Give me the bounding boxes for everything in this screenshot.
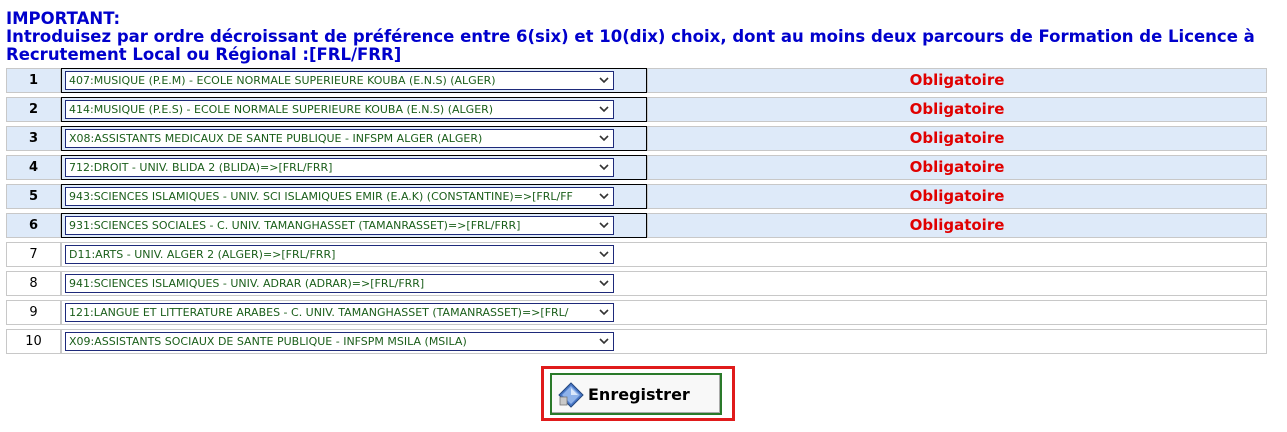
choice-selected-value: 712:DROIT - UNIV. BLIDA 2 (BLIDA)=>[FRL/…: [69, 161, 333, 174]
choice-status: Obligatoire: [647, 184, 1267, 209]
choice-select-cell: 941:SCIENCES ISLAMIQUES - UNIV. ADRAR (A…: [61, 271, 647, 296]
choice-select-cell: 407:MUSIQUE (P.E.M) - ECOLE NORMALE SUPE…: [61, 68, 647, 93]
choice-number: 7: [6, 242, 61, 267]
choice-select[interactable]: 931:SCIENCES SOCIALES - C. UNIV. TAMANGH…: [65, 216, 614, 235]
choice-number: 10: [6, 329, 61, 354]
choice-status: Obligatoire: [647, 155, 1267, 180]
choice-select[interactable]: 943:SCIENCES ISLAMIQUES - UNIV. SCI ISLA…: [65, 187, 614, 206]
choice-row: 5 943:SCIENCES ISLAMIQUES - UNIV. SCI ISL…: [6, 184, 1267, 209]
chevron-down-icon: [599, 164, 609, 171]
choice-row: 9 121:LANGUE ET LITTERATURE ARABES - C. U…: [6, 300, 1267, 325]
choice-select-cell: X09:ASSISTANTS SOCIAUX DE SANTE PUBLIQUE…: [61, 329, 647, 354]
instructions: IMPORTANT: Introduisez par ordre décrois…: [6, 10, 1281, 64]
choice-number: 1: [6, 68, 61, 93]
choice-status: Obligatoire: [647, 97, 1267, 122]
choice-number: 9: [6, 300, 61, 325]
choice-select[interactable]: X09:ASSISTANTS SOCIAUX DE SANTE PUBLIQUE…: [65, 332, 614, 351]
choice-select-cell: 943:SCIENCES ISLAMIQUES - UNIV. SCI ISLA…: [61, 184, 647, 209]
choice-number: 8: [6, 271, 61, 296]
choice-select[interactable]: 941:SCIENCES ISLAMIQUES - UNIV. ADRAR (A…: [65, 274, 614, 293]
choice-number: 4: [6, 155, 61, 180]
chevron-down-icon: [599, 135, 609, 142]
choice-select[interactable]: 414:MUSIQUE (P.E.S) - ECOLE NORMALE SUPE…: [65, 100, 614, 119]
choice-row: 10 X09:ASSISTANTS SOCIAUX DE SANTE PUBLIQ…: [6, 329, 1267, 354]
choice-select-cell: X08:ASSISTANTS MEDICAUX DE SANTE PUBLIQU…: [61, 126, 647, 151]
choice-select-cell: 712:DROIT - UNIV. BLIDA 2 (BLIDA)=>[FRL/…: [61, 155, 647, 180]
chevron-down-icon: [599, 106, 609, 113]
diamond-save-icon: [558, 382, 584, 408]
choice-row: 6 931:SCIENCES SOCIALES - C. UNIV. TAMANG…: [6, 213, 1267, 238]
choice-selected-value: 941:SCIENCES ISLAMIQUES - UNIV. ADRAR (A…: [69, 277, 425, 290]
choice-status: Obligatoire: [647, 213, 1267, 238]
choice-status: [647, 271, 1267, 296]
choice-selected-value: 407:MUSIQUE (P.E.M) - ECOLE NORMALE SUPE…: [69, 74, 496, 87]
chevron-down-icon: [599, 251, 609, 258]
save-button[interactable]: Enregistrer: [550, 373, 722, 415]
chevron-down-icon: [599, 222, 609, 229]
choice-select-cell: 414:MUSIQUE (P.E.S) - ECOLE NORMALE SUPE…: [61, 97, 647, 122]
save-button-label: Enregistrer: [588, 385, 690, 404]
choice-number: 3: [6, 126, 61, 151]
choice-status: Obligatoire: [647, 68, 1267, 93]
choice-selected-value: 943:SCIENCES ISLAMIQUES - UNIV. SCI ISLA…: [69, 190, 573, 203]
choice-row: 4 712:DROIT - UNIV. BLIDA 2 (BLIDA)=>[FRL…: [6, 155, 1267, 180]
choice-number: 2: [6, 97, 61, 122]
chevron-down-icon: [599, 280, 609, 287]
choice-select[interactable]: X08:ASSISTANTS MEDICAUX DE SANTE PUBLIQU…: [65, 129, 614, 148]
choice-row: 7 D11:ARTS - UNIV. ALGER 2 (ALGER)=>[FRL/…: [6, 242, 1267, 267]
chevron-down-icon: [599, 193, 609, 200]
chevron-down-icon: [599, 338, 609, 345]
choice-selected-value: 414:MUSIQUE (P.E.S) - ECOLE NORMALE SUPE…: [69, 103, 494, 116]
choice-select-cell: 931:SCIENCES SOCIALES - C. UNIV. TAMANGH…: [61, 213, 647, 238]
chevron-down-icon: [599, 309, 609, 316]
important-label: IMPORTANT:: [6, 9, 121, 28]
choice-row: 1 407:MUSIQUE (P.E.M) - ECOLE NORMALE SUP…: [6, 68, 1267, 93]
choice-select-cell: 121:LANGUE ET LITTERATURE ARABES - C. UN…: [61, 300, 647, 325]
chevron-down-icon: [599, 77, 609, 84]
choice-selected-value: 931:SCIENCES SOCIALES - C. UNIV. TAMANGH…: [69, 219, 521, 232]
choice-select-cell: D11:ARTS - UNIV. ALGER 2 (ALGER)=>[FRL/F…: [61, 242, 647, 267]
choice-number: 6: [6, 213, 61, 238]
choice-selected-value: X08:ASSISTANTS MEDICAUX DE SANTE PUBLIQU…: [69, 132, 483, 145]
choice-status: [647, 242, 1267, 267]
instructions-line-2: Recrutement Local ou Régional :[FRL/FRR]: [6, 45, 402, 64]
choice-status: [647, 300, 1267, 325]
choice-select[interactable]: 407:MUSIQUE (P.E.M) - ECOLE NORMALE SUPE…: [65, 71, 614, 90]
choice-select[interactable]: D11:ARTS - UNIV. ALGER 2 (ALGER)=>[FRL/F…: [65, 245, 614, 264]
choice-selected-value: 121:LANGUE ET LITTERATURE ARABES - C. UN…: [69, 306, 569, 319]
choice-select[interactable]: 121:LANGUE ET LITTERATURE ARABES - C. UN…: [65, 303, 614, 322]
choice-select[interactable]: 712:DROIT - UNIV. BLIDA 2 (BLIDA)=>[FRL/…: [65, 158, 614, 177]
choice-status: Obligatoire: [647, 126, 1267, 151]
choice-number: 5: [6, 184, 61, 209]
instructions-line-1: Introduisez par ordre décroissant de pré…: [6, 27, 1255, 46]
choice-row: 8 941:SCIENCES ISLAMIQUES - UNIV. ADRAR (…: [6, 271, 1267, 296]
choice-status: [647, 329, 1267, 354]
choice-selected-value: X09:ASSISTANTS SOCIAUX DE SANTE PUBLIQUE…: [69, 335, 467, 348]
choice-selected-value: D11:ARTS - UNIV. ALGER 2 (ALGER)=>[FRL/F…: [69, 248, 336, 261]
choice-row: 3 X08:ASSISTANTS MEDICAUX DE SANTE PUBLIQ…: [6, 126, 1267, 151]
choice-row: 2 414:MUSIQUE (P.E.S) - ECOLE NORMALE SUP…: [6, 97, 1267, 122]
